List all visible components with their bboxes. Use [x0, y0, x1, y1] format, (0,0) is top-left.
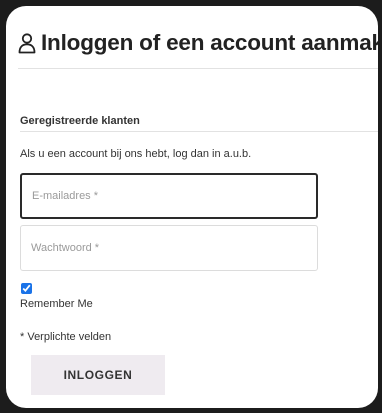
page-header: Inloggen of een account aanmaken	[18, 30, 378, 56]
email-field[interactable]	[20, 173, 318, 219]
remember-me-checkbox[interactable]	[21, 283, 32, 294]
required-fields-note: * Verplichte velden	[20, 331, 112, 343]
password-field[interactable]	[20, 225, 318, 271]
login-card: Inloggen of een account aanmaken Geregis…	[6, 6, 378, 408]
header-divider	[18, 68, 378, 69]
section-divider	[20, 131, 378, 132]
page-title: Inloggen of een account aanmaken	[41, 30, 378, 55]
remember-me-label[interactable]: Remember Me	[20, 298, 93, 310]
section-title: Geregistreerde klanten	[20, 115, 140, 127]
login-instructions: Als u een account bij ons hebt, log dan …	[20, 148, 252, 160]
login-button[interactable]: INLOGGEN	[31, 355, 165, 395]
user-icon	[18, 32, 36, 54]
